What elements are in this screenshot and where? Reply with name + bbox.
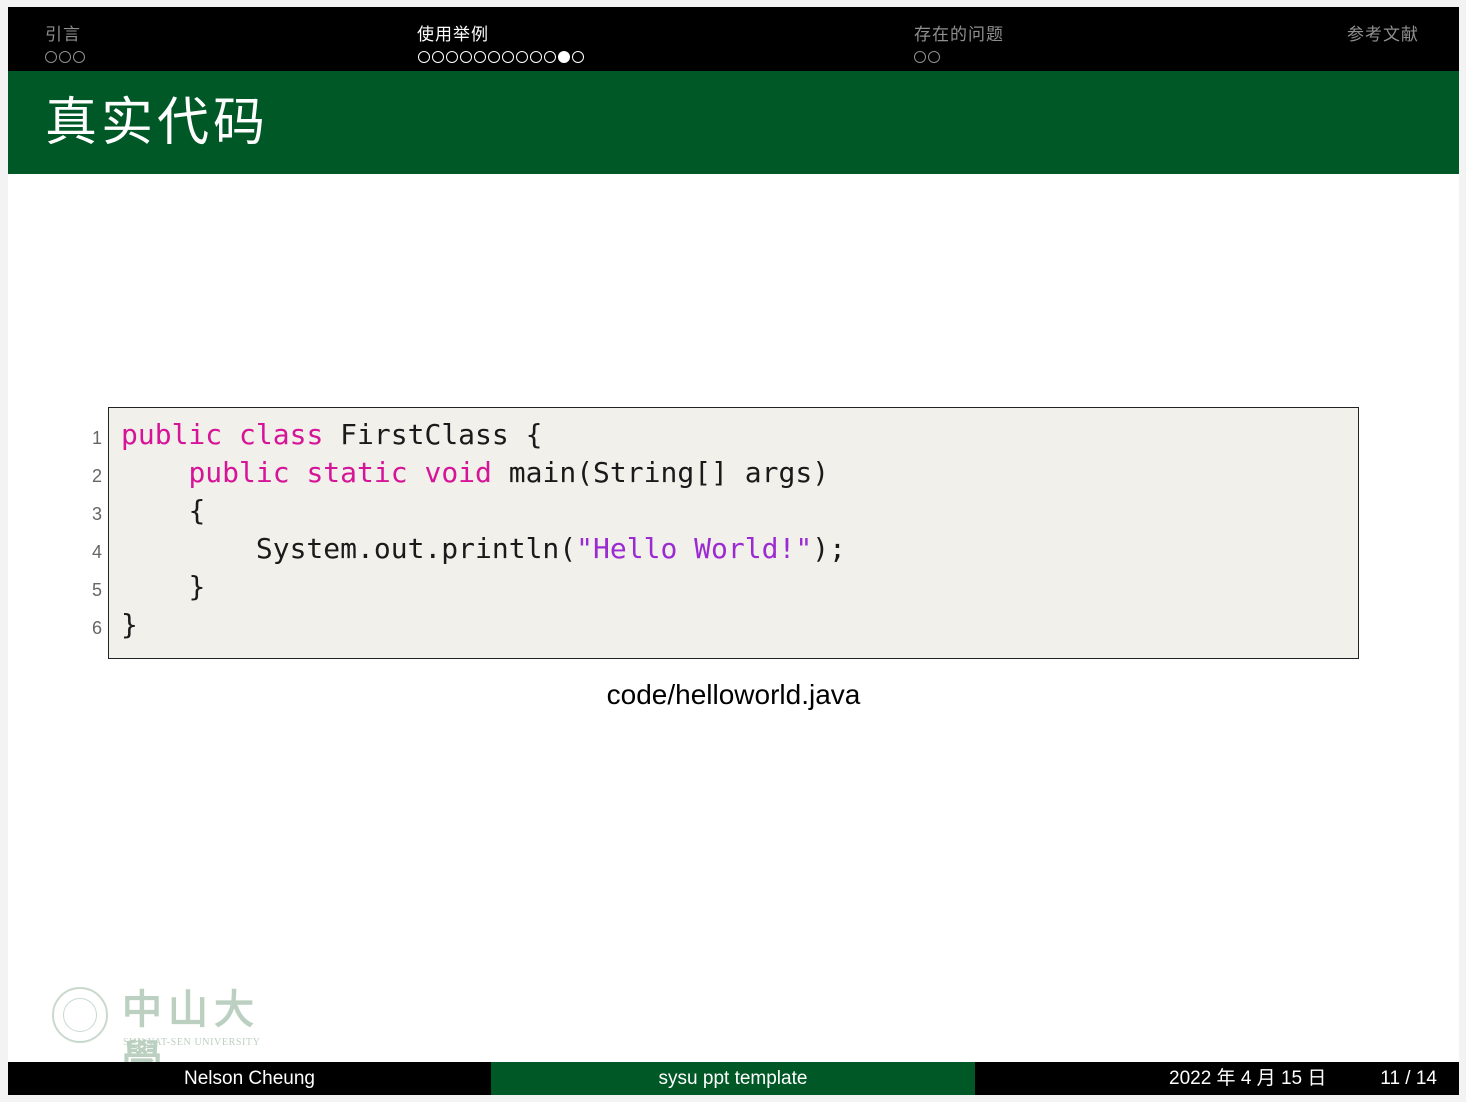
nav-slide-dot[interactable] bbox=[474, 51, 486, 63]
nav-slide-dot[interactable] bbox=[516, 51, 528, 63]
nav-slide-dot[interactable] bbox=[45, 51, 57, 63]
code-text: } bbox=[188, 570, 206, 603]
string-literal: World!" bbox=[694, 532, 813, 565]
keyword: void bbox=[424, 456, 492, 489]
string-literal: "Hello bbox=[576, 532, 678, 565]
nav-slide-dot[interactable] bbox=[928, 51, 940, 63]
logo-english-name: SUN YAT-SEN UNIVERSITY bbox=[123, 1037, 261, 1048]
nav-section-problems[interactable]: 存在的问题 bbox=[914, 20, 1004, 45]
code-line-2: public static void main(String[] args) bbox=[121, 456, 829, 494]
code-text: System.out.println( bbox=[255, 532, 577, 565]
line-number: 6 bbox=[91, 618, 102, 638]
footer: Nelson Cheung sysu ppt template 2022 年 4… bbox=[8, 1062, 1459, 1095]
nav-slide-dot[interactable] bbox=[544, 51, 556, 63]
line-number: 1 bbox=[91, 428, 102, 448]
nav-slide-dot[interactable] bbox=[73, 51, 85, 63]
footer-info: 2022 年 4 月 15 日 11 / 14 bbox=[975, 1062, 1459, 1095]
nav-slide-dot[interactable] bbox=[488, 51, 500, 63]
line-number: 3 bbox=[91, 504, 102, 524]
keyword: public bbox=[188, 456, 290, 489]
nav-slide-dot[interactable] bbox=[914, 51, 926, 63]
code-listing: public class FirstClass { public static … bbox=[108, 407, 1359, 659]
line-number: 2 bbox=[91, 466, 102, 486]
nav-slide-dot[interactable] bbox=[558, 51, 570, 63]
nav-slide-dot[interactable] bbox=[502, 51, 514, 63]
nav-dots-intro bbox=[45, 48, 87, 63]
line-number: 4 bbox=[91, 542, 102, 562]
nav-slide-dot[interactable] bbox=[460, 51, 472, 63]
code-text: FirstClass { bbox=[323, 418, 543, 451]
code-line-6: } bbox=[121, 608, 138, 646]
university-logo: 中山大學 SUN YAT-SEN UNIVERSITY bbox=[52, 986, 292, 1083]
code-text: } bbox=[121, 608, 138, 641]
nav-slide-dot[interactable] bbox=[572, 51, 584, 63]
line-number: 5 bbox=[91, 580, 102, 600]
keyword: public bbox=[121, 418, 223, 451]
code-line-3: { bbox=[121, 494, 205, 532]
footer-title: sysu ppt template bbox=[491, 1062, 975, 1095]
code-line-5: } bbox=[121, 570, 205, 608]
code-caption: code/helloworld.java bbox=[606, 679, 861, 710]
nav-section-examples[interactable]: 使用举例 bbox=[417, 20, 489, 45]
navigation-bar: 引言 使用举例 存在的问题 参考文献 bbox=[8, 7, 1459, 71]
code-text: { bbox=[188, 494, 206, 527]
keyword: class bbox=[239, 418, 324, 451]
slide: 引言 使用举例 存在的问题 参考文献 真实代码 1 2 3 4 5 6 publ… bbox=[8, 7, 1459, 1095]
keyword: static bbox=[306, 456, 408, 489]
code-line-1: public class FirstClass { bbox=[121, 418, 542, 456]
code-line-4: System.out.println("Hello World!"); bbox=[121, 532, 846, 570]
nav-slide-dot[interactable] bbox=[446, 51, 458, 63]
nav-slide-dot[interactable] bbox=[530, 51, 542, 63]
frame-title-bar: 真实代码 bbox=[8, 71, 1459, 174]
code-text: ); bbox=[812, 532, 846, 565]
nav-slide-dot[interactable] bbox=[418, 51, 430, 63]
frame-title: 真实代码 bbox=[45, 93, 270, 153]
nav-section-intro[interactable]: 引言 bbox=[45, 20, 81, 45]
nav-dots-problems bbox=[914, 48, 942, 63]
code-text: main(String[] args) bbox=[491, 456, 830, 489]
university-emblem-icon bbox=[52, 987, 108, 1043]
page-number: 11 / 14 bbox=[1380, 1068, 1437, 1089]
footer-date: 2022 年 4 月 15 日 bbox=[1169, 1068, 1327, 1089]
nav-section-references[interactable]: 参考文献 bbox=[1347, 20, 1419, 45]
nav-slide-dot[interactable] bbox=[432, 51, 444, 63]
nav-dots-examples bbox=[418, 48, 586, 63]
footer-author: Nelson Cheung bbox=[8, 1062, 491, 1095]
nav-slide-dot[interactable] bbox=[59, 51, 71, 63]
